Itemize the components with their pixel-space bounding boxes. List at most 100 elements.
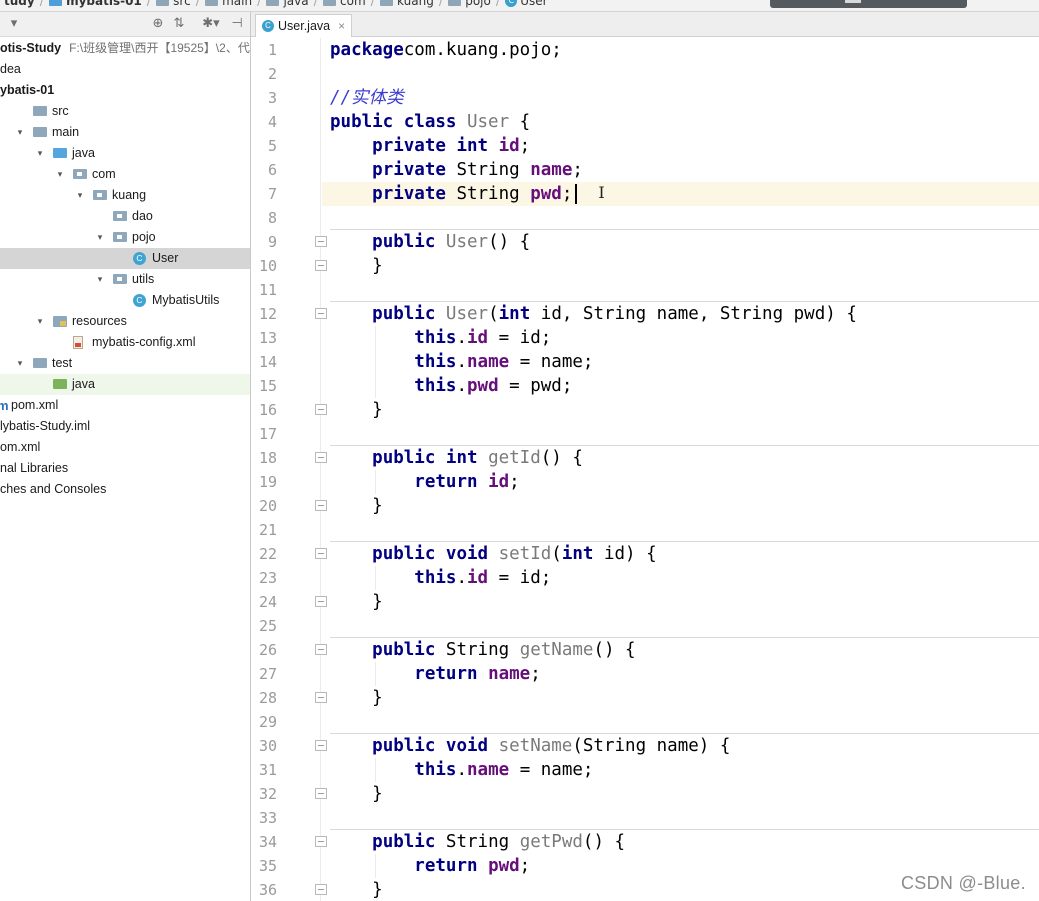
breadcrumb-item[interactable]: tudy	[0, 0, 39, 8]
hide-panel-icon[interactable]: ⊣	[229, 16, 245, 32]
breadcrumb-item[interactable]: java	[262, 0, 312, 8]
tree-node[interactable]: ▾ utils	[0, 269, 250, 290]
tree-node[interactable]: dea	[0, 59, 250, 80]
folder-icon	[156, 0, 170, 6]
code-line: public User() {	[322, 230, 1039, 254]
expand-arrow-icon[interactable]: ▾	[95, 227, 105, 248]
keyword-token: public void	[372, 736, 499, 756]
source-folder-icon	[53, 148, 67, 158]
line-number: 20	[258, 497, 277, 515]
expand-arrow-icon[interactable]: ▾	[35, 143, 45, 164]
expand-arrow-icon[interactable]: ▾	[55, 164, 65, 185]
code-text-area[interactable]: packagecom.kuang.pojo; //实体类 public class …	[322, 38, 1039, 901]
expand-arrow-icon[interactable]: ▾	[75, 185, 85, 206]
tree-node[interactable]: C MybatisUtils	[0, 290, 250, 311]
view-dropdown-icon[interactable]: ▾	[6, 16, 22, 32]
tree-node[interactable]: ▾ pojo	[0, 227, 250, 248]
breadcrumb-item[interactable]: mybatis-01	[45, 0, 146, 8]
method-separator	[330, 229, 1039, 230]
breadcrumb-item[interactable]: src	[152, 0, 195, 8]
tree-node[interactable]: nal Libraries	[0, 458, 250, 479]
tree-node[interactable]: ches and Consoles	[0, 479, 250, 500]
tree-node[interactable]: ▾ java	[0, 143, 250, 164]
module-icon	[49, 0, 63, 6]
code-line: this.id = id;	[322, 566, 1039, 590]
tree-node-text: mybatis-config.xml	[92, 335, 196, 349]
field-token: name	[467, 760, 510, 780]
tree-node-text: ches and Consoles	[0, 482, 107, 496]
tree-node[interactable]: C User	[0, 248, 250, 269]
code-line: public String getName() {	[322, 638, 1039, 662]
tree-node-text: test	[52, 356, 73, 370]
keyword-token: this	[414, 760, 457, 780]
tree-node[interactable]: java	[0, 374, 250, 395]
expand-arrow-icon[interactable]: ▾	[95, 269, 105, 290]
xml-file-icon	[73, 336, 83, 349]
tree-node[interactable]: otis-Study F:\班级管理\西开【19525】\2、代	[0, 38, 250, 59]
breadcrumb-item[interactable]: com	[319, 0, 370, 8]
tree-node-text: utils	[132, 272, 155, 286]
collapse-all-icon[interactable]: ⇅	[171, 16, 187, 32]
tree-node-text: ybatis-01	[0, 83, 55, 97]
tree-node[interactable]: ▾ com	[0, 164, 250, 185]
line-number-gutter[interactable]: 1 2 3 4 5 6 7 8 9 10 11 12 13 14 15 16 17 18 19 20 21 22 23 24 2…	[251, 38, 327, 901]
tree-node-label: ches and Consoles	[0, 479, 106, 500]
keyword-token: private	[372, 160, 457, 180]
code-line: public void setName(String name) {	[322, 734, 1039, 758]
code-line: this.name = name;	[322, 350, 1039, 374]
tree-node[interactable]: ▾ kuang	[0, 185, 250, 206]
tree-node[interactable]: ▾ resources	[0, 311, 250, 332]
line-number: 2	[267, 65, 277, 83]
folder-icon	[33, 358, 47, 368]
tree-node-label: nal Libraries	[0, 458, 68, 479]
tab-user-java[interactable]: C User.java ×	[255, 14, 353, 37]
breadcrumb-item[interactable]: C User	[501, 0, 551, 8]
method-token: User	[466, 112, 510, 132]
tree-node[interactable]: mybatis-config.xml	[0, 332, 250, 353]
keyword-token: this	[414, 568, 457, 588]
tree-node[interactable]: ybatis-01	[0, 80, 250, 101]
tree-node[interactable]: om.xml	[0, 437, 250, 458]
keyword-token: this	[414, 352, 457, 372]
field-token: name	[488, 664, 531, 684]
method-token: getId	[488, 448, 541, 468]
code-token: }	[330, 256, 383, 276]
run-configuration-widget[interactable]	[770, 0, 967, 8]
folder-icon	[33, 106, 47, 116]
line-number: 32	[258, 785, 277, 803]
expand-arrow-icon[interactable]: ▾	[15, 353, 25, 374]
code-line: private String name;	[322, 158, 1039, 182]
keyword-token: public	[372, 232, 446, 252]
expand-arrow-icon[interactable]: ▾	[15, 122, 25, 143]
tree-node[interactable]: src	[0, 101, 250, 122]
tree-node[interactable]: m pom.xml	[0, 395, 250, 416]
line-number: 33	[258, 809, 277, 827]
method-separator	[330, 829, 1039, 830]
expand-arrow-icon[interactable]: ▾	[35, 311, 45, 332]
run-widget-handle	[845, 0, 861, 3]
settings-gear-icon[interactable]: ✱▾	[200, 16, 222, 32]
tree-node[interactable]: lybatis-Study.iml	[0, 416, 250, 437]
breadcrumb-item[interactable]: kuang	[376, 0, 438, 8]
locate-file-icon[interactable]: ⊕	[150, 16, 166, 32]
tree-node-text: java	[72, 377, 95, 391]
tree-node[interactable]: ▾ test	[0, 353, 250, 374]
tree-node[interactable]: dao	[0, 206, 250, 227]
code-token: (String name) {	[572, 736, 731, 756]
tree-node-text: kuang	[112, 188, 147, 202]
keyword-token: public	[372, 304, 446, 324]
code-token: ;	[561, 184, 573, 204]
tree-node-label: pojo	[132, 227, 156, 248]
code-token: .	[456, 352, 467, 372]
line-number: 9	[267, 233, 277, 251]
close-tab-icon[interactable]: ×	[338, 19, 345, 33]
breadcrumb-item[interactable]: main	[201, 0, 256, 8]
tree-node-label: dea	[0, 59, 21, 80]
breadcrumb-item[interactable]: pojo	[444, 0, 495, 8]
indent-guide	[375, 566, 377, 590]
tree-node[interactable]: ▾ main	[0, 122, 250, 143]
code-line: private int id;	[322, 134, 1039, 158]
